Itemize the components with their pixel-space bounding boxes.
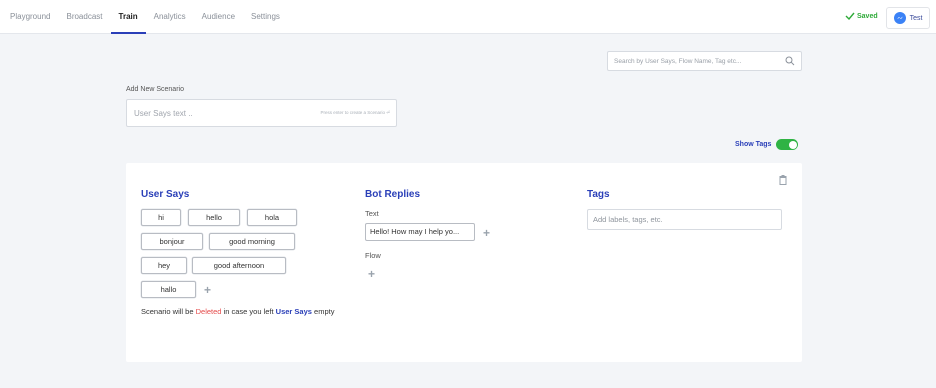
scenario-card: User Says hi hello hola bonjour good mor… (126, 163, 802, 362)
saved-label: Saved (857, 12, 878, 20)
note-user-says: User Says (275, 307, 312, 316)
test-label: Test (909, 14, 923, 22)
tab-broadcast[interactable]: Broadcast (58, 0, 110, 34)
add-flow-plus-icon[interactable]: + (368, 268, 375, 280)
top-nav: Playground Broadcast Train Analytics Aud… (0, 0, 936, 34)
show-tags-control: Show Tags (735, 139, 799, 150)
note-text: empty (311, 307, 335, 316)
bot-replies-title: Bot Replies (365, 189, 421, 200)
search-icon[interactable] (785, 56, 795, 66)
show-tags-toggle[interactable] (776, 139, 799, 150)
search-input[interactable] (608, 52, 778, 70)
user-says-chip[interactable]: hi (141, 209, 181, 226)
tags-input[interactable] (588, 210, 778, 229)
add-scenario-field: Press enter to create a Scenario ⏎ (126, 99, 397, 127)
tab-audience[interactable]: Audience (194, 0, 243, 34)
user-says-title: User Says (141, 189, 190, 200)
user-says-chip[interactable]: hola (247, 209, 297, 226)
tags-field (587, 209, 782, 230)
add-user-says-plus-icon[interactable]: + (204, 284, 211, 296)
trash-icon[interactable] (779, 175, 787, 185)
user-says-chip[interactable]: good morning (209, 233, 295, 250)
tab-playground[interactable]: Playground (10, 0, 58, 34)
user-says-chip[interactable]: hey (141, 257, 187, 274)
check-icon (845, 12, 855, 20)
note-text: in case you left (221, 307, 276, 316)
search-box (607, 51, 802, 71)
tab-analytics[interactable]: Analytics (146, 0, 194, 34)
user-says-chip[interactable]: hello (188, 209, 240, 226)
nav-tabs: Playground Broadcast Train Analytics Aud… (10, 0, 288, 34)
saved-status: Saved (845, 12, 878, 20)
enter-hint: Press enter to create a Scenario ⏎ (320, 110, 390, 115)
user-says-input[interactable] (127, 100, 287, 126)
flow-label: Flow (365, 251, 381, 260)
user-says-chip[interactable]: bonjour (141, 233, 203, 250)
add-scenario-label: Add New Scenario (126, 86, 184, 93)
user-says-chip[interactable]: good afternoon (192, 257, 286, 274)
text-label: Text (365, 209, 379, 218)
note-deleted: Deleted (195, 307, 222, 316)
tags-title: Tags (587, 189, 610, 200)
bot-reply-text[interactable]: Hello! How may I help yo... (365, 223, 475, 241)
add-reply-plus-icon[interactable]: + (483, 227, 490, 239)
test-button[interactable]: Test (886, 7, 930, 29)
tab-settings[interactable]: Settings (243, 0, 288, 34)
messenger-icon (893, 12, 906, 24)
empty-warning-note: Scenario will be Deleted in case you lef… (141, 306, 351, 318)
show-tags-label: Show Tags (735, 141, 772, 148)
note-text: Scenario will be (141, 307, 196, 316)
tab-train[interactable]: Train (110, 0, 146, 34)
user-says-chip[interactable]: hallo (141, 281, 196, 298)
